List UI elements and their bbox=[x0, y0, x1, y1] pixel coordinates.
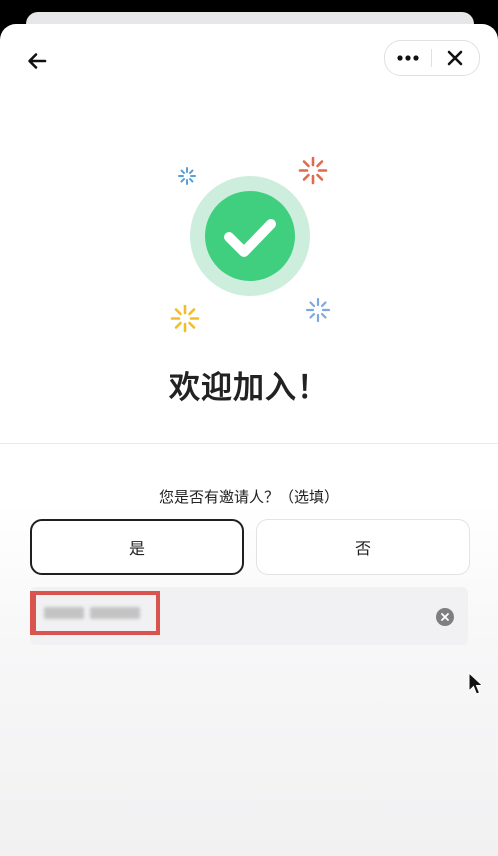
mouse-pointer-icon bbox=[468, 672, 484, 695]
success-illustration bbox=[170, 156, 331, 333]
sparkle-icon bbox=[170, 304, 200, 333]
clear-input-button[interactable] bbox=[436, 608, 454, 626]
clear-circle-icon bbox=[441, 613, 449, 621]
redacted-text bbox=[90, 607, 140, 619]
back-button[interactable] bbox=[22, 46, 52, 76]
close-button[interactable] bbox=[432, 41, 478, 75]
inviter-question: 您是否有邀请人？（选填） bbox=[158, 488, 339, 506]
arrow-left-icon bbox=[28, 53, 47, 69]
more-button[interactable] bbox=[385, 41, 431, 75]
sparkle-icon bbox=[178, 167, 196, 185]
sparkle-icon bbox=[305, 297, 331, 323]
inviter-input-value-redacted bbox=[30, 591, 160, 635]
sparkle-icon bbox=[298, 156, 328, 185]
mini-program-page: 欢迎加入！ 您是否有邀请人？（选填） 是 否 bbox=[0, 24, 498, 856]
yes-option-button[interactable]: 是 bbox=[30, 519, 244, 575]
inviter-input-field[interactable] bbox=[30, 587, 468, 645]
no-option-button[interactable]: 否 bbox=[256, 519, 470, 575]
capsule-menu bbox=[384, 40, 480, 76]
redacted-text bbox=[44, 607, 84, 619]
check-circle-icon bbox=[205, 191, 295, 281]
close-icon bbox=[447, 50, 463, 66]
welcome-title: 欢迎加入！ bbox=[169, 370, 329, 406]
ellipsis-icon bbox=[397, 55, 419, 61]
